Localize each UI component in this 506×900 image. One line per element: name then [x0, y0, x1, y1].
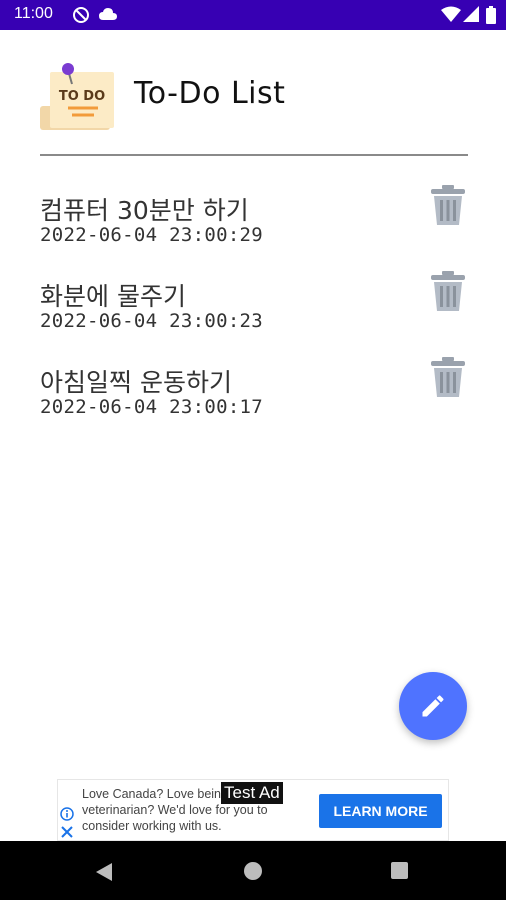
- ad-info-icon[interactable]: [60, 806, 74, 825]
- todo-title: 아침일찍 운동하기: [40, 368, 232, 397]
- cloud-icon: [98, 6, 118, 26]
- todo-item[interactable]: 컴퓨터 30분만 하기 2022-06-04 23:00:29: [0, 185, 506, 271]
- delete-button[interactable]: [428, 269, 468, 313]
- todo-logo-icon: TO DO: [40, 62, 116, 132]
- navigation-bar: [0, 841, 506, 900]
- status-time: 11:00: [14, 5, 53, 22]
- pencil-icon: [422, 695, 444, 717]
- recents-icon[interactable]: [391, 862, 408, 879]
- learn-more-button[interactable]: LEARN MORE: [319, 794, 442, 828]
- todo-item[interactable]: 아침일찍 운동하기 2022-06-04 23:00:17: [0, 357, 506, 443]
- delete-button[interactable]: [428, 355, 468, 399]
- todo-timestamp: 2022-06-04 23:00:29: [40, 224, 264, 246]
- todo-item[interactable]: 화분에 물주기 2022-06-04 23:00:23: [0, 271, 506, 357]
- signal-icon: [463, 6, 479, 27]
- add-todo-button[interactable]: [399, 672, 467, 740]
- trash-icon: [431, 357, 465, 397]
- todo-timestamp: 2022-06-04 23:00:17: [40, 396, 264, 418]
- wifi-icon: [441, 6, 461, 27]
- delete-button[interactable]: [428, 183, 468, 227]
- trash-icon: [431, 271, 465, 311]
- todo-title: 화분에 물주기: [40, 282, 186, 311]
- home-icon[interactable]: [244, 862, 262, 880]
- todo-timestamp: 2022-06-04 23:00:23: [40, 310, 264, 332]
- svg-text:TO DO: TO DO: [59, 89, 105, 104]
- status-bar: 11:00: [0, 0, 506, 30]
- back-icon[interactable]: [95, 862, 113, 886]
- trash-icon: [431, 185, 465, 225]
- sync-disabled-icon: [72, 6, 90, 28]
- battery-icon: [486, 6, 496, 28]
- todo-title: 컴퓨터 30분만 하기: [40, 196, 249, 225]
- test-ad-label: Test Ad: [221, 782, 283, 804]
- header-divider: [40, 154, 468, 156]
- page-title: To-Do List: [134, 76, 286, 111]
